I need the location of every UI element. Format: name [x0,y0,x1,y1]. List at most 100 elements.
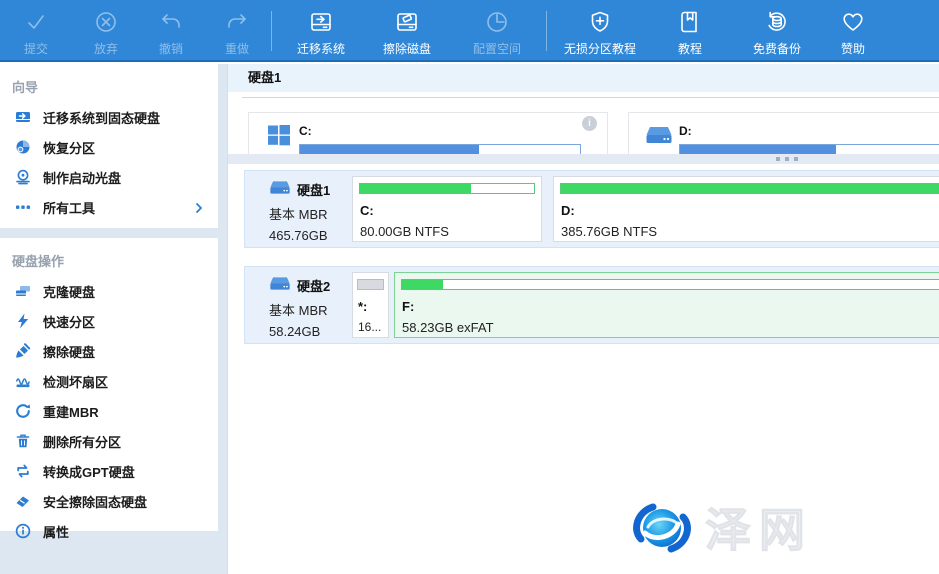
partition-letter: *: [358,299,367,314]
sidebar-item-all-tools[interactable]: 所有工具 [0,192,218,222]
section-title: 硬盘操作 [0,238,218,276]
partition-letter: D: [561,203,575,218]
partition-info: 80.00GB NTFS [360,224,449,239]
partition-info: 58.23GB exFAT [402,320,494,335]
tutorial-button[interactable]: 教程 [660,6,720,58]
partition-unallocated[interactable]: *: 16... [352,272,389,338]
disk-drive-icon [269,275,291,295]
watermark: 泽网 [629,494,813,565]
undo-icon [145,6,197,38]
disk-type: 基本 MBR [269,300,349,319]
info-icon[interactable]: i [582,116,597,131]
sidebar-item-delete-all-partitions[interactable]: 删除所有分区 [0,426,218,456]
disk-info: 硬盘1 基本 MBR 465.76GB [245,171,349,247]
main-area: 硬盘1 C: i D: [227,64,939,574]
recover-partition-icon [14,139,31,156]
sidebar-item-quick-partition[interactable]: 快速分区 [0,306,218,336]
overview-card-d[interactable]: D: [628,112,939,158]
usage-fill [680,145,836,154]
usage-fill [561,184,939,193]
sidebar-item-recover-partition[interactable]: 恢复分区 [0,132,218,162]
sidebar-item-rebuild-mbr[interactable]: 重建MBR [0,396,218,426]
toolbar: 提交 放弃 撤销 重做 迁移系统 擦除磁盘 [0,0,939,62]
properties-icon [14,523,31,540]
partition-letter: F: [402,299,414,314]
wipe-disk-button[interactable]: 擦除磁盘 [369,6,445,58]
clone-disk-icon [14,283,31,300]
sidebar-item-bootable-cd[interactable]: 制作启动光盘 [0,162,218,192]
partition-info: 16... [358,320,381,334]
commit-button[interactable]: 提交 [10,6,62,58]
sidebar: 向导 迁移系统到固态硬盘 恢复分区 制作启动光盘 所有工具 [0,64,227,574]
chevron-right-icon [194,201,204,219]
section-title: 向导 [0,64,218,102]
disk-name: 硬盘2 [297,276,330,295]
disk-name: 硬盘1 [297,180,330,199]
all-tools-icon [14,199,31,216]
watermark-text: 泽网 [705,497,813,563]
commit-check-icon [10,6,62,38]
migrate-to-ssd-icon [14,109,31,126]
partition-tutorial-button[interactable]: 无损分区教程 [556,6,644,58]
redo-button[interactable]: 重做 [211,6,263,58]
sidebar-item-bad-sectors[interactable]: 检测坏扇区 [0,366,218,396]
partition-tutorial-icon [556,6,644,38]
divider [242,97,939,98]
overview-drive-label: D: [679,124,692,138]
watermark-logo-icon [629,494,695,565]
disk-row-2[interactable]: 硬盘2 基本 MBR 58.24GB *: 16... F: 58.23GB e… [244,266,939,344]
sidebar-item-clone-disk[interactable]: 克隆硬盘 [0,276,218,306]
migrate-system-icon [283,6,359,38]
bootable-cd-icon [14,169,31,186]
sidebar-item-secure-erase[interactable]: 安全擦除固态硬盘 [0,486,218,516]
wipe-drive-icon [14,343,31,360]
overview-card-c[interactable]: C: i [248,112,608,158]
discard-button[interactable]: 放弃 [80,6,132,58]
donate-heart-icon [826,6,880,38]
partition-d[interactable]: D: 385.76GB NTFS [553,176,939,242]
free-backup-button[interactable]: 免费备份 [736,6,818,58]
partition-letter: C: [360,203,374,218]
sidebar-item-properties[interactable]: 属性 [0,516,218,546]
disk-drive-icon [269,179,291,199]
splitter-handle[interactable] [228,154,939,164]
delete-partitions-icon [14,433,31,450]
partition-f[interactable]: F: 58.23GB exFAT [394,272,939,338]
donate-button[interactable]: 赞助 [826,6,880,58]
sidebar-item-migrate-to-ssd[interactable]: 迁移系统到固态硬盘 [0,102,218,132]
windows-logo-icon [267,123,291,152]
disk-type: 基本 MBR [269,204,349,223]
partition-usage-bar [401,279,939,290]
wipe-disk-icon [369,6,445,38]
sidebar-item-wipe-drive[interactable]: 擦除硬盘 [0,336,218,366]
disk-info: 硬盘2 基本 MBR 58.24GB [245,267,349,343]
partition-usage-bar [359,183,535,194]
disk-tab[interactable]: 硬盘1 [228,64,939,92]
rebuild-mbr-icon [14,403,31,420]
migrate-system-button[interactable]: 迁移系统 [283,6,359,58]
usage-fill [358,280,383,289]
usage-fill [360,184,471,193]
toolbar-separator [546,11,547,51]
sidebar-item-convert-gpt[interactable]: 转换成GPT硬盘 [0,456,218,486]
allocate-space-button[interactable]: 配置空间 [459,6,535,58]
sidebar-section-wizard: 向导 迁移系统到固态硬盘 恢复分区 制作启动光盘 所有工具 [0,64,218,228]
usage-fill [402,280,443,289]
partition-usage-bar [560,183,939,194]
partition-c[interactable]: C: 80.00GB NTFS [352,176,542,242]
disk-size: 58.24GB [269,324,349,339]
discard-icon [80,6,132,38]
overview-drive-label: C: [299,124,312,138]
allocate-space-icon [459,6,535,38]
disk-size: 465.76GB [269,228,349,243]
drag-dots-icon [776,157,798,161]
usage-fill [300,145,479,154]
disk-row-1[interactable]: 硬盘1 基本 MBR 465.76GB C: 80.00GB NTFS D: 3… [244,170,939,248]
partition-info: 385.76GB NTFS [561,224,657,239]
toolbar-separator [271,11,272,51]
partition-usage-bar [357,279,384,290]
undo-button[interactable]: 撤销 [145,6,197,58]
sidebar-section-disk-ops: 硬盘操作 克隆硬盘 快速分区 擦除硬盘 检测坏扇区 [0,238,218,531]
redo-icon [211,6,263,38]
disk-drive-icon [646,124,672,151]
